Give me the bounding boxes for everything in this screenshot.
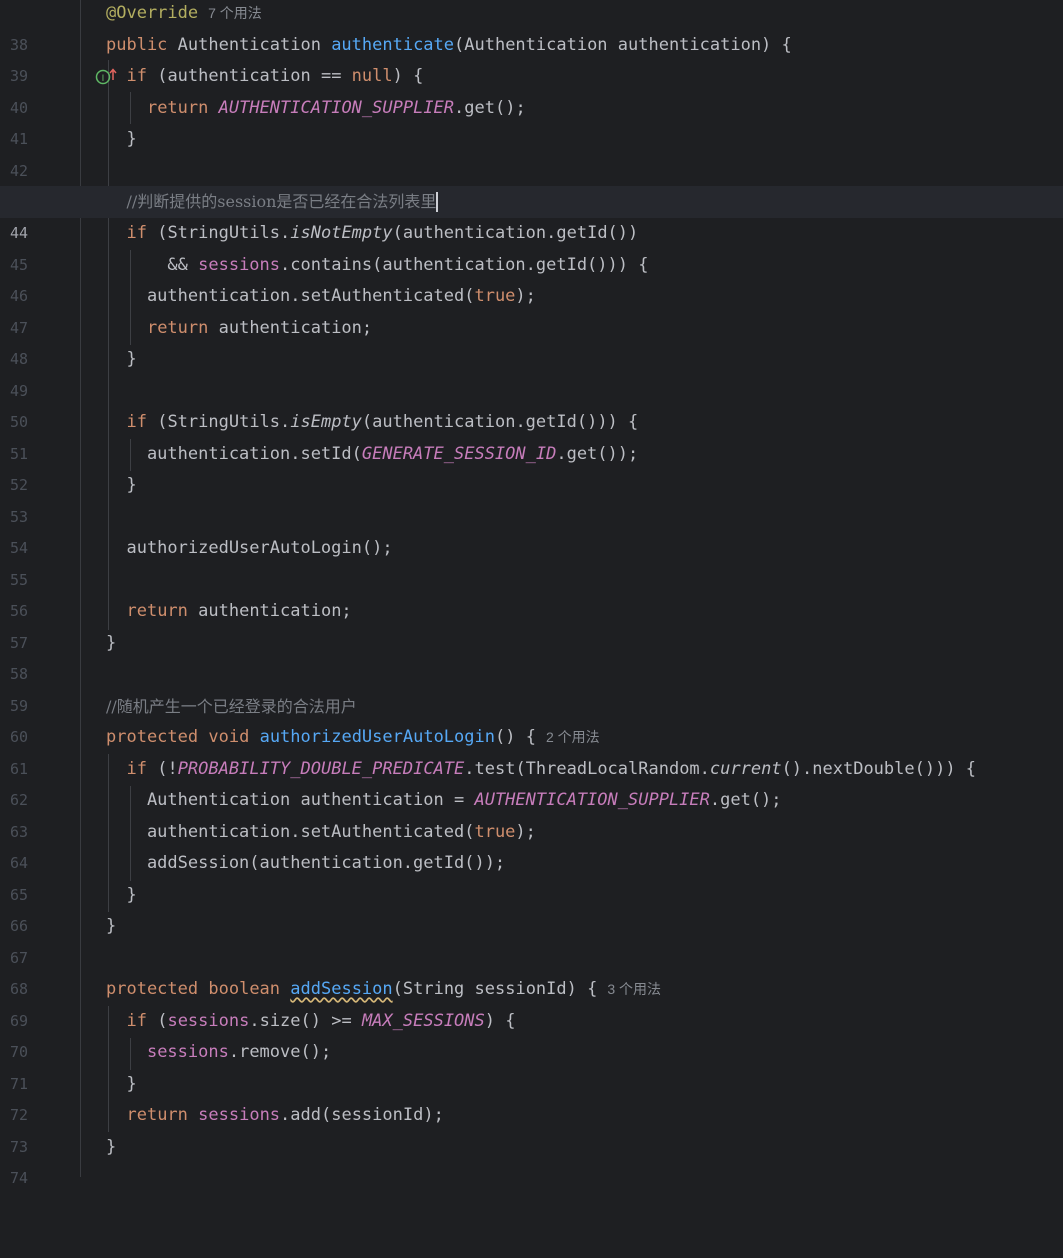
- code-line[interactable]: 40 if (authentication == null) {: [0, 61, 1063, 117]
- code-line[interactable]: 75: [0, 1160, 1063, 1177]
- code-line[interactable]: 46 && sessions.contains(authentication.g…: [0, 250, 1063, 306]
- code-line[interactable]: 39 I public Authentication authenticate(…: [0, 30, 1063, 86]
- code-line[interactable]: 42 }: [0, 124, 1063, 180]
- code-line[interactable]: 58 }: [0, 628, 1063, 684]
- code-editor[interactable]: 38 @Override 7 个用法 39 I public Authentica…: [0, 0, 1063, 1188]
- comment: //随机产生一个已经登录的合法用户: [106, 696, 357, 716]
- code-line[interactable]: 45 if (StringUtils.isNotEmpty(authentica…: [0, 218, 1063, 274]
- code-line[interactable]: 70 if (sessions.size() >= MAX_SESSIONS) …: [0, 1006, 1063, 1062]
- text-caret: [436, 192, 439, 212]
- code-line[interactable]: 63 Authentication authentication = AUTHE…: [0, 785, 1063, 841]
- implementing-method-icon[interactable]: I: [34, 35, 117, 85]
- code-line[interactable]: 43: [0, 156, 1063, 211]
- code-line[interactable]: 74 }: [0, 1132, 1063, 1188]
- code-line[interactable]: 72 }: [0, 1069, 1063, 1125]
- code-line[interactable]: 48 return authentication;: [0, 313, 1063, 369]
- code-line[interactable]: 65 addSession(authentication.getId());: [0, 848, 1063, 904]
- code-line[interactable]: 38 @Override 7 个用法: [0, 0, 1063, 54]
- code-line[interactable]: 49 }: [0, 344, 1063, 400]
- code-line[interactable]: 57 return authentication;: [0, 596, 1063, 652]
- code-line[interactable]: 67 }: [0, 911, 1063, 967]
- code-line[interactable]: 55 authorizedUserAutoLogin();: [0, 533, 1063, 589]
- code-line[interactable]: 59: [0, 659, 1063, 715]
- code-line[interactable]: 54: [0, 502, 1063, 557]
- code-line[interactable]: 60 //随机产生一个已经登录的合法用户: [0, 691, 1063, 747]
- usages-hint[interactable]: 3 个用法: [607, 981, 661, 997]
- code-line[interactable]: 41 return AUTHENTICATION_SUPPLIER.get();: [0, 93, 1063, 149]
- code-line[interactable]: 69 protected boolean addSession(String s…: [0, 974, 1063, 1030]
- code-line[interactable]: 53 }: [0, 470, 1063, 526]
- usages-hint[interactable]: 2 个用法: [546, 729, 600, 745]
- code-line[interactable]: 47 authentication.setAuthenticated(true)…: [0, 281, 1063, 337]
- code-line[interactable]: 50: [0, 376, 1063, 431]
- code-line[interactable]: 73 return sessions.add(sessionId);: [0, 1100, 1063, 1156]
- code-line[interactable]: 52 authentication.setId(GENERATE_SESSION…: [0, 439, 1063, 495]
- code-line[interactable]: 64 authentication.setAuthenticated(true)…: [0, 817, 1063, 873]
- code-line[interactable]: 68: [0, 943, 1063, 998]
- code-line[interactable]: 51 if (StringUtils.isEmpty(authenticatio…: [0, 407, 1063, 463]
- code-line[interactable]: 71 sessions.remove();: [0, 1037, 1063, 1093]
- code-line-current[interactable]: 44 //判断提供的session是否已经在合法列表里: [0, 186, 1063, 242]
- code-line[interactable]: 56: [0, 565, 1063, 620]
- code-line[interactable]: 61 protected void authorizedUserAutoLogi…: [0, 722, 1063, 778]
- code-line[interactable]: 62 if (!PROBABILITY_DOUBLE_PREDICATE.tes…: [0, 754, 1063, 810]
- comment: //判断提供的session是否已经在合法列表里: [126, 192, 437, 211]
- code-line[interactable]: 66 }: [0, 880, 1063, 936]
- usages-hint[interactable]: 7 个用法: [208, 5, 262, 21]
